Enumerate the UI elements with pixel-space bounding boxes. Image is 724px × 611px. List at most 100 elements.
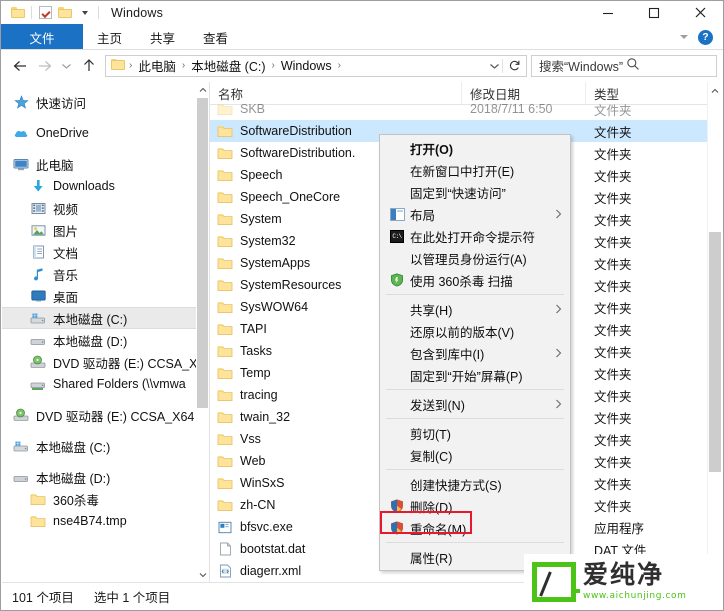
menu-item-16[interactable]: 复制(C) <box>380 444 570 466</box>
sidebar-item-7[interactable]: 音乐 <box>2 263 209 285</box>
sidebar-item-label: DVD 驱动器 (E:) CCSA_X64 <box>36 409 195 424</box>
maximize-button[interactable] <box>631 1 677 24</box>
menu-item-8[interactable]: 共享(H) <box>380 298 570 320</box>
sidebar-item-9[interactable]: 本地磁盘 (C:) <box>2 307 209 329</box>
sidebar-item-15[interactable]: 本地磁盘 (D:) <box>2 466 209 488</box>
tab-share[interactable]: 共享 <box>136 24 189 50</box>
menu-item-6[interactable]: 使用 360杀毒 扫描 <box>380 269 570 291</box>
brand-name: 爱纯净 <box>583 561 665 589</box>
tab-home[interactable]: 主页 <box>83 24 136 50</box>
sidebar-item-label: 360杀毒 <box>53 493 99 508</box>
chevron-up-icon[interactable] <box>708 82 722 99</box>
menu-item-9[interactable]: 还原以前的版本(V) <box>380 320 570 342</box>
column-header-name[interactable]: 名称 <box>210 82 462 104</box>
sidebar-item-10[interactable]: 本地磁盘 (D:) <box>2 329 209 351</box>
file-type-cell: 文件夹 <box>594 257 632 272</box>
menu-item-0[interactable]: 打开(O) <box>380 137 570 159</box>
menu-item-3[interactable]: 布局 <box>380 203 570 225</box>
recent-locations-button[interactable] <box>57 53 76 78</box>
tab-file[interactable]: 文件 <box>1 24 83 50</box>
file-type-cell: 文件夹 <box>594 125 632 140</box>
divider <box>1 49 723 50</box>
dvd-icon <box>12 407 30 423</box>
sidebar-item-5[interactable]: 图片 <box>2 219 209 241</box>
menu-separator <box>386 469 564 470</box>
scrollbar-track[interactable] <box>196 98 209 567</box>
column-header-type[interactable]: 类型 <box>586 82 686 104</box>
breadcrumb-item-local-disk-c[interactable]: 本地磁盘 (C:) <box>187 56 269 75</box>
file-name: System32 <box>240 234 296 248</box>
file-name: tracing <box>240 388 278 402</box>
sidebar-item-12[interactable]: Shared Folders (\\vmwa <box>2 373 209 395</box>
folder-icon <box>216 321 234 337</box>
sidebar-item-6[interactable]: 文档 <box>2 241 209 263</box>
menu-item-2[interactable]: 固定到“快速访问” <box>380 181 570 203</box>
breadcrumb[interactable]: › 此电脑 › 本地磁盘 (C:) › Windows › <box>105 54 527 77</box>
sidebar-item-13[interactable]: DVD 驱动器 (E:) CCSA_X64 <box>2 404 209 426</box>
menu-separator <box>386 294 564 295</box>
sidebar-item-16[interactable]: 360杀毒 <box>2 488 209 510</box>
menu-item-5[interactable]: 以管理员身份运行(A) <box>380 247 570 269</box>
menu-item-11[interactable]: 固定到“开始”屏幕(P) <box>380 364 570 386</box>
menu-item-15[interactable]: 剪切(T) <box>380 422 570 444</box>
breadcrumb-item-this-pc[interactable]: 此电脑 <box>134 56 180 75</box>
up-button[interactable] <box>76 53 101 78</box>
file-type-cell: 文件夹 <box>594 191 632 206</box>
menu-item-20[interactable]: 重命名(M) <box>380 517 570 539</box>
navigation-scrollbar[interactable] <box>196 82 209 583</box>
file-list-scrollbar[interactable] <box>707 82 722 583</box>
chevron-down-icon[interactable] <box>489 56 500 76</box>
properties-icon[interactable] <box>35 3 55 23</box>
dvd-icon <box>29 354 47 370</box>
menu-item-1[interactable]: 在新窗口中打开(E) <box>380 159 570 181</box>
menu-item-18[interactable]: 创建快捷方式(S) <box>380 473 570 495</box>
breadcrumb-separator: › <box>129 60 133 71</box>
tab-view[interactable]: 查看 <box>189 24 242 50</box>
download-icon <box>29 178 47 194</box>
file-icon <box>216 541 234 557</box>
sidebar-item-2[interactable]: 此电脑 <box>2 153 209 175</box>
drive-icon <box>29 332 47 348</box>
sidebar-item-14[interactable]: 本地磁盘 (C:) <box>2 435 209 457</box>
column-header-date[interactable]: 修改日期 <box>462 82 586 104</box>
scrollbar-thumb[interactable] <box>197 98 208 408</box>
help-icon[interactable]: ? <box>698 29 713 45</box>
file-name: bfsvc.exe <box>240 520 293 534</box>
chevron-down-icon[interactable] <box>196 567 209 583</box>
search-input[interactable]: 搜索“Windows” <box>531 54 717 77</box>
breadcrumb-item-windows[interactable]: Windows <box>277 59 336 73</box>
file-name: WinSxS <box>240 476 285 490</box>
search-icon[interactable] <box>626 57 713 74</box>
close-button[interactable] <box>677 1 723 24</box>
sidebar-item-3[interactable]: Downloads <box>2 175 209 197</box>
sidebar-item-11[interactable]: DVD 驱动器 (E:) CCSA_X6 <box>2 351 209 373</box>
status-selection: 选中 1 个项目 <box>93 590 171 605</box>
chevron-down-icon[interactable] <box>75 3 95 23</box>
chevron-down-icon[interactable] <box>680 35 688 39</box>
folder-icon <box>216 497 234 513</box>
menu-item-10[interactable]: 包含到库中(I) <box>380 342 570 364</box>
sidebar-item-0[interactable]: 快速访问 <box>2 91 209 113</box>
sidebar-item-label: 图片 <box>53 224 79 239</box>
table-row[interactable]: SKB 2018/7/11 6:50 文件夹 <box>210 104 708 120</box>
new-folder-icon[interactable] <box>55 3 75 23</box>
file-type-cell: 文件夹 <box>594 411 632 426</box>
scrollbar-thumb[interactable] <box>709 232 721 472</box>
sidebar-item-17[interactable]: nse4B74.tmp <box>2 510 209 532</box>
breadcrumb-separator: › <box>337 60 341 71</box>
minimize-button[interactable] <box>585 1 631 24</box>
file-date-cell: 2018/7/11 6:50 <box>470 104 553 116</box>
back-button[interactable] <box>7 53 32 78</box>
file-name: SoftwareDistribution <box>240 124 352 138</box>
menu-item-icon-none <box>386 301 408 317</box>
menu-item-19[interactable]: 删除(D) <box>380 495 570 517</box>
chevron-up-icon[interactable] <box>196 82 209 98</box>
sidebar-item-4[interactable]: 视频 <box>2 197 209 219</box>
menu-item-13[interactable]: 发送到(N) <box>380 393 570 415</box>
network-drive-icon <box>29 376 47 392</box>
sidebar-item-1[interactable]: OneDrive <box>2 122 209 144</box>
menu-item-4[interactable]: C:\ 在此处打开命令提示符 <box>380 225 570 247</box>
sidebar-item-8[interactable]: 桌面 <box>2 285 209 307</box>
refresh-icon[interactable] <box>503 56 526 76</box>
